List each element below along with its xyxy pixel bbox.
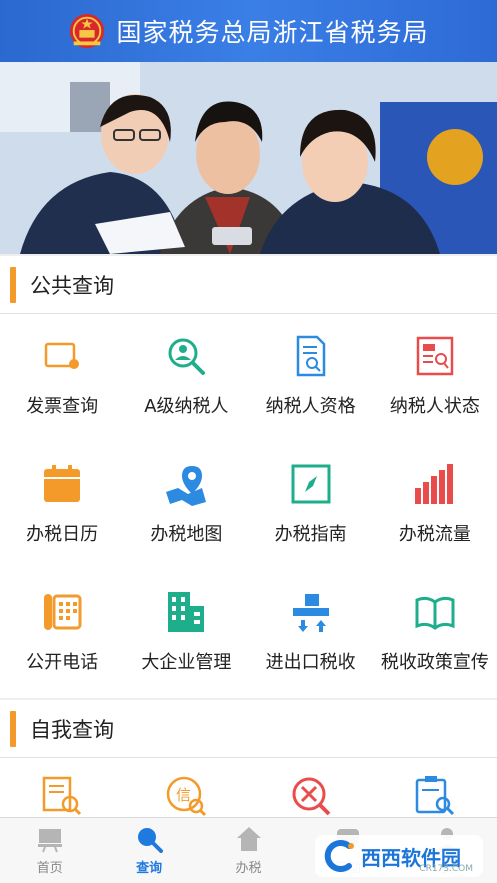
grid-item-tax-calendar[interactable]: 办税日历: [0, 442, 124, 570]
grid-item-tax-policy[interactable]: 税收政策宣传: [373, 570, 497, 698]
list-search-icon: [42, 776, 82, 816]
grid-item-invoice-query[interactable]: 发票查询: [0, 314, 124, 442]
grid-item-label: 发票查询: [26, 396, 99, 417]
compass-guide-icon: [291, 464, 331, 504]
grid-item-label: A级纳税人: [144, 396, 229, 417]
import-export-icon: [292, 594, 329, 632]
status-report-icon: [416, 336, 454, 376]
tab-query[interactable]: 查询: [99, 818, 198, 883]
grid-item-label: 办税日历: [26, 524, 99, 545]
public-query-grid: 发票查询 A级纳税人 纳税人资格 纳税人状态 办税日历 办税地图 办税指南 办税…: [0, 314, 497, 698]
grid-item-public-phone[interactable]: 公开电话: [0, 570, 124, 698]
grid-item-tax-map[interactable]: 办税地图: [124, 442, 248, 570]
section-public-query: 公共查询 发票查询 A级纳税人 纳税人资格 纳税人状态 办税日历 办税地图 办税…: [0, 256, 497, 698]
building-icon: [168, 592, 205, 632]
search-icon: [138, 828, 164, 853]
grid-item-label: 办税指南: [274, 524, 347, 545]
bottom-tab-bar: 首页 查询 办税 互动 我 西西软件园 CR173.COM: [0, 817, 497, 883]
grid-item-label: 公开电话: [26, 652, 99, 673]
open-book-icon: [415, 596, 455, 630]
national-emblem-icon: [70, 13, 105, 49]
bar-chart-icon: [414, 464, 453, 504]
section-accent-bar: [10, 266, 16, 303]
svg-text:信: 信: [176, 786, 191, 804]
section-title: 自我查询: [30, 717, 114, 742]
grid-item-label: 纳税人状态: [389, 396, 480, 417]
tab-label: 首页: [36, 861, 63, 876]
tab-tax[interactable]: 办税: [199, 818, 298, 883]
grid-item-tax-flow[interactable]: 办税流量: [373, 442, 497, 570]
tab-label: 查询: [136, 861, 163, 876]
grid-item-label: 办税地图: [150, 524, 223, 545]
tab-label: 办税: [235, 861, 262, 876]
section-title: 公共查询: [30, 273, 114, 298]
section-header: 公共查询: [0, 256, 497, 314]
house-icon: [236, 827, 261, 851]
grid-item-label: 进出口税收: [265, 652, 356, 673]
section-self-query: 自我查询 信: [0, 700, 497, 820]
grid-item-large-enterprise[interactable]: 大企业管理: [124, 570, 248, 698]
grid-item-a-level-taxpayer[interactable]: A级纳税人: [124, 314, 248, 442]
home-board-icon: [37, 829, 62, 853]
invoice-search-icon: [44, 342, 80, 369]
person-search-icon: [168, 338, 206, 375]
tab-home[interactable]: 首页: [0, 818, 99, 883]
document-search-icon: [296, 335, 325, 377]
error-search-icon: [292, 777, 331, 816]
credit-search-icon: 信: [167, 776, 207, 817]
section-accent-bar: [10, 710, 16, 747]
clipboard-search-icon: [415, 776, 454, 816]
watermark-c-icon: [324, 840, 354, 872]
section-header: 自我查询: [0, 700, 497, 758]
grid-item-label: 税收政策宣传: [380, 652, 489, 673]
map-pin-icon: [166, 466, 207, 506]
app-header: 国家税务总局浙江省税务局: [0, 0, 497, 62]
grid-item-label: 大企业管理: [141, 652, 232, 673]
grid-item-taxpayer-status[interactable]: 纳税人状态: [373, 314, 497, 442]
tax-staff-photo: [0, 62, 497, 254]
calendar-icon: [44, 465, 81, 502]
banner-image[interactable]: [0, 62, 497, 254]
grid-item-label: 纳税人资格: [265, 396, 356, 417]
watermark-subtext: CR173.COM: [419, 864, 473, 874]
telephone-icon: [44, 594, 82, 630]
grid-item-import-export-tax[interactable]: 进出口税收: [249, 570, 373, 698]
page-title: 国家税务总局浙江省税务局: [116, 18, 429, 47]
grid-item-label: 办税流量: [398, 524, 471, 545]
watermark-logo: 西西软件园 CR173.COM: [315, 835, 483, 877]
grid-item-taxpayer-qualification[interactable]: 纳税人资格: [249, 314, 373, 442]
grid-item-tax-guide[interactable]: 办税指南: [249, 442, 373, 570]
